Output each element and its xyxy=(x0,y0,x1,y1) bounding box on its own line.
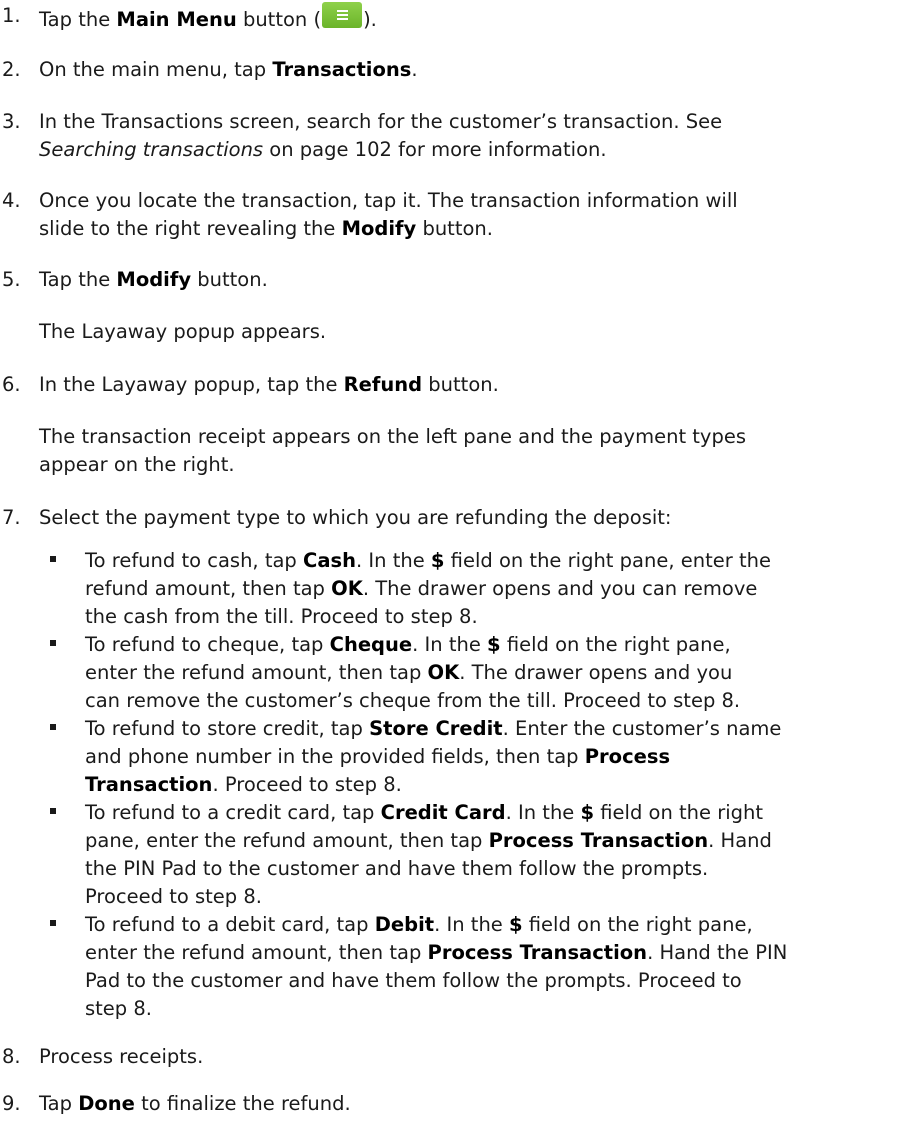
step-text: Select the payment type to which you are… xyxy=(39,506,672,529)
step-number: 3. xyxy=(2,110,21,133)
step-number: 4. xyxy=(2,189,21,212)
step-number: 5. xyxy=(2,268,21,291)
step-text: In the Layaway popup, tap the Refund but… xyxy=(39,373,499,396)
step-text: Tap the Main Menu button (). xyxy=(39,2,905,34)
step-number: 7. xyxy=(2,506,21,529)
step-text: Process receipts. xyxy=(39,1045,204,1068)
list-item-debit: To refund to a debit card, tap Debit. In… xyxy=(39,911,905,1023)
main-menu-button-icon xyxy=(322,2,363,28)
bullet-icon xyxy=(50,920,56,926)
step-number: 1. xyxy=(2,4,21,27)
step-number: 2. xyxy=(2,58,21,81)
bullet-icon xyxy=(50,724,56,730)
step-number: 9. xyxy=(2,1092,21,1115)
step-text: Once you locate the transaction, tap it.… xyxy=(39,189,738,240)
step-number: 6. xyxy=(2,373,21,396)
cross-reference: Searching transactions xyxy=(39,138,264,161)
list-item-store-credit: To refund to store credit, tap Store Cre… xyxy=(39,715,905,799)
step-6-note: The transaction receipt appears on the l… xyxy=(39,425,747,476)
bullet-icon xyxy=(50,808,56,814)
step-text: On the main menu, tap Transactions. xyxy=(39,58,418,81)
bullet-icon xyxy=(50,640,56,646)
step-number: 8. xyxy=(2,1045,21,1068)
step-text: Tap Done to finalize the refund. xyxy=(39,1092,351,1115)
step-5-note: The Layaway popup appears. xyxy=(39,320,327,343)
step-text: In the Transactions screen, search for t… xyxy=(39,110,723,161)
step-text: Tap the Modify button. xyxy=(39,268,268,291)
payment-type-list: To refund to cash, tap Cash. In the $ fi… xyxy=(39,547,905,1023)
bullet-icon xyxy=(50,556,56,562)
list-item-credit-card: To refund to a credit card, tap Credit C… xyxy=(39,799,905,911)
list-item-cash: To refund to cash, tap Cash. In the $ fi… xyxy=(39,547,905,631)
instruction-document: 1. Tap the Main Menu button (). 2. On th… xyxy=(0,0,921,1123)
list-item-cheque: To refund to cheque, tap Cheque. In the … xyxy=(39,631,905,715)
